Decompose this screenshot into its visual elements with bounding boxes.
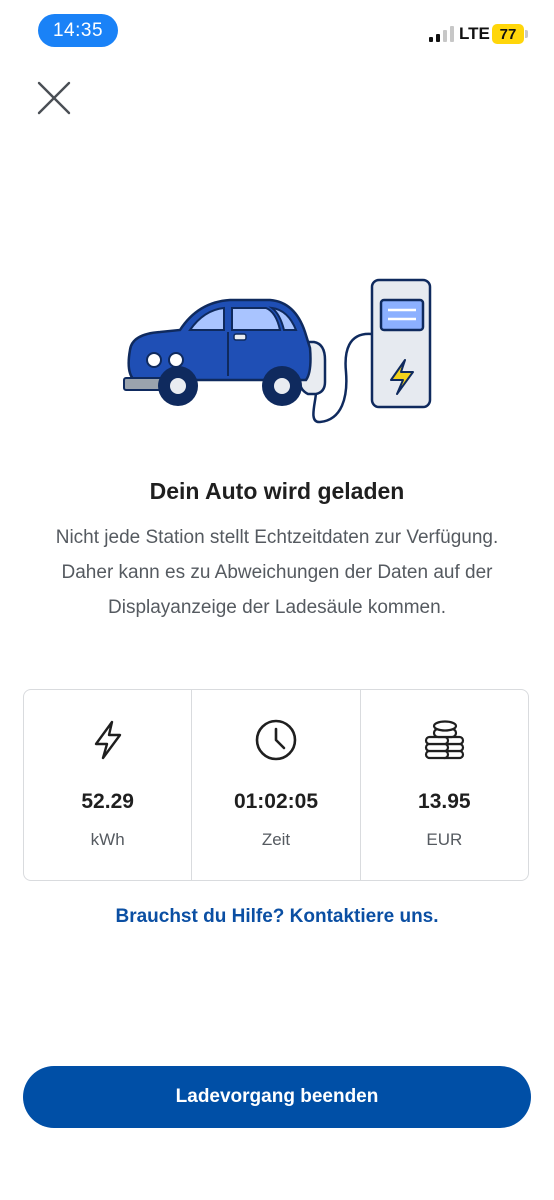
car-charging-illustration [123, 278, 432, 424]
stat-cost-unit: EUR [426, 830, 463, 849]
charging-stats: 52.29 kWh 01:02:05 Zeit 13.95 EUR [23, 689, 529, 881]
stat-energy: 52.29 kWh [24, 690, 191, 880]
lightning-icon [94, 720, 121, 760]
end-charging-button[interactable]: Ladevorgang beenden [23, 1066, 531, 1128]
signal-bars-icon [429, 26, 454, 42]
status-bar: 14:35 LTE 77 [0, 0, 554, 64]
stat-time-value: 01:02:05 [233, 790, 319, 813]
status-time: 14:35 [38, 14, 118, 47]
stat-cost: 13.95 EUR [359, 690, 528, 880]
network-type: LTE [459, 24, 490, 43]
stat-cost-value: 13.95 [418, 790, 471, 813]
coins-icon [425, 720, 465, 760]
stat-energy-value: 52.29 [81, 790, 134, 813]
battery-tip [525, 30, 528, 38]
clock-icon [255, 719, 297, 761]
page-description: Nicht jede Station stellt Echtzeitdaten … [55, 527, 499, 618]
stat-time-unit: Zeit [261, 830, 291, 849]
help-contact-link[interactable]: Brauchst du Hilfe? Kontaktiere uns. [0, 906, 554, 928]
stat-time: 01:02:05 Zeit [191, 690, 359, 880]
stat-energy-unit: kWh [90, 830, 125, 849]
close-icon[interactable] [34, 78, 74, 118]
battery-level: 77 [492, 24, 524, 44]
page-title: Dein Auto wird geladen [149, 478, 405, 504]
